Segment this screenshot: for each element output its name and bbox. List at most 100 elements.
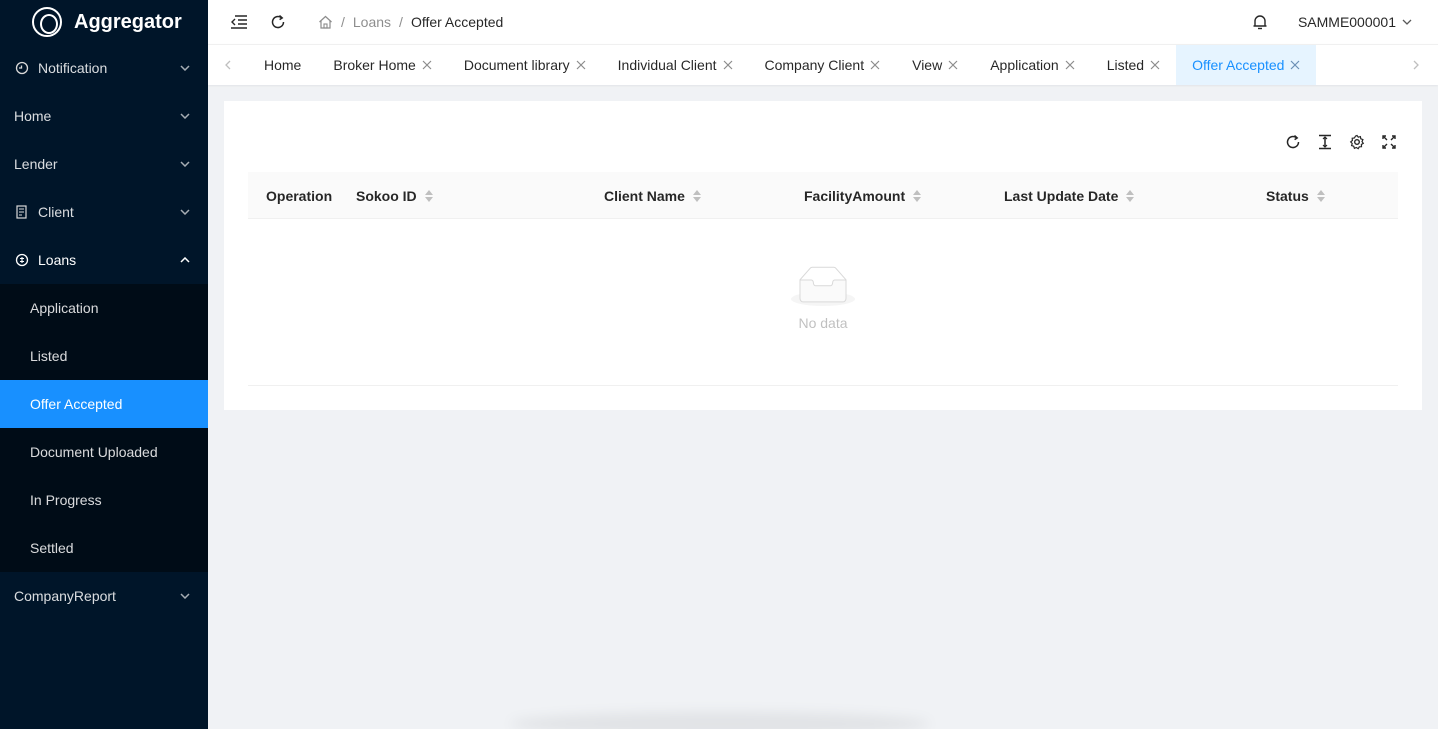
sidebar-subitem-in-progress[interactable]: In Progress (0, 476, 208, 524)
empty-text: No data (798, 315, 848, 331)
tab-document-library[interactable]: Document library (448, 45, 602, 85)
tab-label: Company Client (764, 57, 865, 73)
column-header-last-update-date[interactable]: Last Update Date (1004, 172, 1135, 219)
tab-label: View (912, 57, 943, 73)
close-icon[interactable] (948, 60, 958, 70)
sidebar-item-label: Loans (38, 252, 77, 268)
column-title: Sokoo ID (356, 187, 417, 204)
top-header: / Loans / Offer Accepted SAMME000001 (208, 0, 1438, 44)
client-icon (14, 205, 30, 219)
table-body: No data (248, 219, 1398, 386)
column-title: FacilityAmount (804, 187, 906, 204)
sidebar-item-label: Notification (38, 60, 108, 76)
close-icon[interactable] (422, 60, 432, 70)
column-header-sokoo-id[interactable]: Sokoo ID (356, 172, 433, 219)
column-title: Status (1266, 187, 1309, 204)
tab-listed[interactable]: Listed (1091, 45, 1176, 85)
sidebar-item-label: CompanyReport (14, 588, 116, 604)
chevron-down-icon (180, 207, 190, 217)
column-header-client-name[interactable]: Client Name (604, 172, 701, 219)
tabs-list: Home Broker Home Document library Indivi… (248, 45, 1317, 85)
breadcrumb: / Loans / Offer Accepted (304, 14, 503, 30)
breadcrumb-separator: / (341, 14, 345, 30)
bell-icon[interactable] (1252, 13, 1268, 31)
column-title: Operation (266, 187, 333, 204)
user-name: SAMME000001 (1297, 14, 1396, 30)
reload-icon[interactable] (1284, 133, 1302, 151)
sidebar-item-label: Home (14, 108, 52, 124)
tab-view[interactable]: View (896, 45, 974, 85)
close-icon[interactable] (1290, 60, 1300, 70)
table-toolbar (1270, 133, 1398, 151)
chevron-down-icon (180, 111, 190, 121)
sidebar-item-label: Lender (14, 156, 58, 172)
close-icon[interactable] (576, 60, 586, 70)
sidebar: Aggregator Notification Home Lender Clie… (0, 0, 208, 729)
home-icon[interactable] (318, 15, 333, 29)
menu-fold-icon[interactable] (230, 15, 248, 29)
setting-icon[interactable] (1348, 133, 1366, 151)
fullscreen-icon[interactable] (1380, 133, 1398, 151)
loans-submenu: Application Listed Offer Accepted Docume… (0, 284, 208, 572)
close-icon[interactable] (870, 60, 880, 70)
data-table: Operation Sokoo ID Client Name FacilityA… (248, 172, 1398, 386)
column-height-icon[interactable] (1316, 133, 1334, 151)
sort-icon[interactable] (1316, 189, 1325, 202)
sidebar-item-label: Client (38, 204, 74, 220)
sidebar-item-client[interactable]: Client (0, 188, 208, 236)
header-right: SAMME000001 (1252, 0, 1412, 44)
tab-application[interactable]: Application (974, 45, 1091, 85)
sidebar-item-lender[interactable]: Lender (0, 140, 208, 188)
app-title: Aggregator (74, 10, 182, 33)
app-logo[interactable]: Aggregator (0, 0, 208, 44)
tab-label: Individual Client (617, 57, 717, 73)
sort-icon[interactable] (913, 189, 922, 202)
close-icon[interactable] (1065, 60, 1075, 70)
sidebar-subitem-offer-accepted[interactable]: Offer Accepted (0, 380, 208, 428)
tab-broker-home[interactable]: Broker Home (317, 45, 447, 85)
tab-label: Application (990, 57, 1059, 73)
tabs-scroll-right-icon[interactable] (1406, 45, 1426, 85)
user-menu[interactable]: SAMME000001 (1298, 14, 1412, 30)
sidebar-subitem-application[interactable]: Application (0, 284, 208, 332)
breadcrumb-current: Offer Accepted (410, 14, 504, 30)
tab-label: Listed (1106, 57, 1145, 73)
empty-inbox-icon (791, 266, 855, 306)
breadcrumb-separator: / (399, 14, 403, 30)
sidebar-subitem-settled[interactable]: Settled (0, 524, 208, 572)
reload-icon[interactable] (270, 14, 286, 30)
sidebar-subitem-listed[interactable]: Listed (0, 332, 208, 380)
column-header-facility-amount[interactable]: FacilityAmount (804, 172, 922, 219)
bottom-shadow (510, 712, 930, 729)
close-icon[interactable] (723, 60, 733, 70)
tab-home[interactable]: Home (248, 45, 317, 85)
tabs-scroll-left-icon[interactable] (218, 45, 238, 85)
chevron-down-icon (180, 159, 190, 169)
table-header: Operation Sokoo ID Client Name FacilityA… (248, 172, 1398, 219)
tab-company-client[interactable]: Company Client (749, 45, 897, 85)
tab-offer-accepted[interactable]: Offer Accepted (1176, 45, 1317, 85)
column-header-status[interactable]: Status (1266, 172, 1325, 219)
sidebar-item-companyreport[interactable]: CompanyReport (0, 572, 208, 620)
tab-label: Home (264, 57, 302, 73)
sidebar-item-home[interactable]: Home (0, 92, 208, 140)
chevron-down-icon (180, 591, 190, 601)
close-icon[interactable] (1150, 60, 1160, 70)
column-title: Client Name (604, 187, 685, 204)
sidebar-item-notification[interactable]: Notification (0, 44, 208, 92)
tab-label: Offer Accepted (1192, 57, 1285, 73)
sort-icon[interactable] (424, 189, 433, 202)
sidebar-subitem-document-uploaded[interactable]: Document Uploaded (0, 428, 208, 476)
column-header-operation: Operation (266, 172, 332, 219)
sort-icon[interactable] (692, 189, 701, 202)
chevron-down-icon (180, 63, 190, 73)
chevron-down-icon (1402, 19, 1412, 25)
tab-individual-client[interactable]: Individual Client (602, 45, 749, 85)
column-title: Last Update Date (1004, 187, 1119, 204)
sidebar-item-loans[interactable]: Loans (0, 236, 208, 284)
tabs-bar: Home Broker Home Document library Indivi… (208, 44, 1438, 85)
tab-label: Broker Home (333, 57, 416, 73)
breadcrumb-loans[interactable]: Loans (353, 14, 391, 30)
logo-icon (32, 7, 62, 37)
sort-icon[interactable] (1126, 189, 1135, 202)
